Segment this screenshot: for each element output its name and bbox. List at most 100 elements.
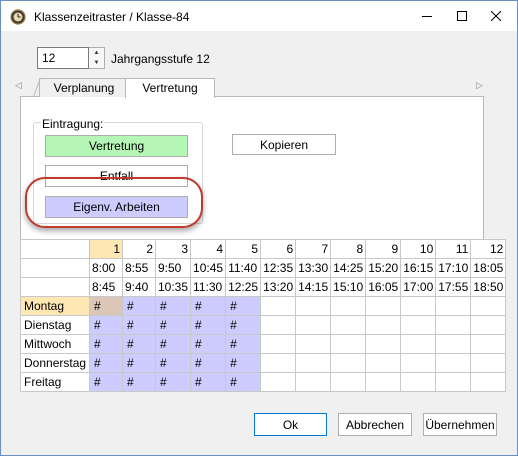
timetable-cell[interactable]: # xyxy=(190,334,227,354)
uebernehmen-button[interactable]: Übernehmen xyxy=(423,413,497,436)
jahrgangsstufe-input[interactable]: 12 xyxy=(37,47,89,69)
timetable-cell[interactable]: # xyxy=(190,353,227,373)
period-number[interactable]: 10 xyxy=(400,239,437,259)
jahrgangsstufe-stepper[interactable]: ▲ ▼ xyxy=(89,47,105,69)
tab-verplanung[interactable]: Verplanung xyxy=(39,78,129,97)
period-number[interactable]: 2 xyxy=(122,239,156,259)
tab-vertretung[interactable]: Vertretung xyxy=(125,78,215,98)
timetable-cell[interactable] xyxy=(470,315,507,335)
timetable-cell[interactable]: # xyxy=(225,315,262,335)
spin-up-icon[interactable]: ▲ xyxy=(89,48,104,58)
timetable-cell[interactable] xyxy=(470,296,507,316)
timetable-cell[interactable]: # xyxy=(225,334,262,354)
period-header-row: 1 2 3 4 5 6 7 8 9 10 11 12 xyxy=(20,239,507,259)
timetable-cell[interactable] xyxy=(295,296,332,316)
timetable-cell[interactable] xyxy=(435,353,472,373)
timetable-cell[interactable]: # xyxy=(122,353,156,373)
timetable-cell[interactable]: # xyxy=(89,334,123,354)
day-name[interactable]: Freitag xyxy=(20,372,90,392)
timetable-cell[interactable]: # xyxy=(89,372,123,392)
timetable-cell[interactable] xyxy=(330,315,367,335)
timetable-cell[interactable]: # xyxy=(154,372,192,392)
timetable-cell[interactable] xyxy=(260,315,297,335)
timetable-cell[interactable] xyxy=(330,372,367,392)
period-start-time: 10:45 xyxy=(190,258,227,278)
timetable-cell[interactable] xyxy=(400,353,437,373)
timetable-cell[interactable]: # xyxy=(122,296,156,316)
timetable-grid: 1 2 3 4 5 6 7 8 9 10 11 12 8:00 8:55 9:50 10:45 11:40 12:… xyxy=(20,239,507,392)
timetable-cell[interactable] xyxy=(365,372,402,392)
period-end-time: 18:50 xyxy=(470,277,507,297)
timetable-cell[interactable]: # xyxy=(122,334,156,354)
timetable-cell[interactable] xyxy=(435,372,472,392)
day-name[interactable]: Montag xyxy=(20,296,90,316)
timetable-cell[interactable] xyxy=(260,296,297,316)
timetable-cell[interactable] xyxy=(400,334,437,354)
timetable-cell[interactable] xyxy=(295,372,332,392)
period-number[interactable]: 9 xyxy=(365,239,402,259)
timetable-cell[interactable] xyxy=(470,353,507,373)
abbrechen-button[interactable]: Abbrechen xyxy=(338,413,412,436)
kopieren-button[interactable]: Kopieren xyxy=(232,134,336,155)
timetable-cell[interactable] xyxy=(295,334,332,354)
day-name[interactable]: Dienstag xyxy=(20,315,90,335)
period-number[interactable]: 4 xyxy=(190,239,227,259)
ok-button[interactable]: Ok xyxy=(254,413,327,436)
timetable-cell[interactable] xyxy=(400,296,437,316)
period-number[interactable]: 12 xyxy=(470,239,507,259)
day-name[interactable]: Mittwoch xyxy=(20,334,90,354)
timetable-cell[interactable]: # xyxy=(154,334,192,354)
period-number[interactable]: 6 xyxy=(260,239,297,259)
period-number[interactable]: 8 xyxy=(330,239,367,259)
timetable-cell[interactable] xyxy=(260,372,297,392)
timetable-cell[interactable] xyxy=(365,353,402,373)
period-number[interactable]: 7 xyxy=(295,239,332,259)
timetable-cell[interactable]: # xyxy=(225,296,262,316)
timetable-cell[interactable]: # xyxy=(122,315,156,335)
period-start-time: 8:55 xyxy=(122,258,156,278)
day-name[interactable]: Donnerstag xyxy=(20,353,90,373)
timetable-cell[interactable]: # xyxy=(89,296,123,316)
timetable-cell[interactable] xyxy=(330,296,367,316)
timetable-cell[interactable] xyxy=(470,372,507,392)
timetable-cell[interactable] xyxy=(330,353,367,373)
maximize-button[interactable] xyxy=(445,1,479,30)
period-number[interactable]: 11 xyxy=(435,239,472,259)
period-number[interactable]: 3 xyxy=(154,239,192,259)
timetable-cell[interactable] xyxy=(295,353,332,373)
timetable-cell[interactable]: # xyxy=(154,296,192,316)
timetable-cell[interactable] xyxy=(470,334,507,354)
timetable-cell[interactable]: # xyxy=(190,372,227,392)
tab-scroll-left-icon[interactable]: ◁ xyxy=(15,80,22,91)
timetable-cell[interactable]: # xyxy=(225,372,262,392)
timetable-cell[interactable] xyxy=(435,334,472,354)
timetable-cell[interactable] xyxy=(400,315,437,335)
timetable-cell[interactable] xyxy=(400,372,437,392)
timetable-cell[interactable] xyxy=(330,334,367,354)
timetable-cell[interactable] xyxy=(260,353,297,373)
tab-scroll-right-icon[interactable]: ▷ xyxy=(476,80,483,91)
spin-down-icon[interactable]: ▼ xyxy=(89,58,104,68)
timetable-cell[interactable]: # xyxy=(122,372,156,392)
timetable-cell[interactable]: # xyxy=(154,353,192,373)
timetable-cell[interactable]: # xyxy=(190,315,227,335)
minimize-button[interactable] xyxy=(410,1,444,30)
period-end-time: 17:55 xyxy=(435,277,472,297)
timetable-cell[interactable]: # xyxy=(89,353,123,373)
timetable-cell[interactable]: # xyxy=(225,353,262,373)
timetable-cell[interactable] xyxy=(435,315,472,335)
timetable-cell[interactable]: # xyxy=(190,296,227,316)
timetable-cell[interactable] xyxy=(365,334,402,354)
timetable-cell[interactable] xyxy=(295,315,332,335)
timetable-cell[interactable] xyxy=(435,296,472,316)
period-number[interactable]: 1 xyxy=(89,239,123,259)
window-title: Klassenzeitraster / Klasse-84 xyxy=(34,10,190,24)
timetable-cell[interactable]: # xyxy=(89,315,123,335)
close-button[interactable] xyxy=(479,1,513,30)
vertretung-button[interactable]: Vertretung xyxy=(45,135,188,157)
timetable-cell[interactable] xyxy=(365,296,402,316)
timetable-cell[interactable] xyxy=(260,334,297,354)
timetable-cell[interactable]: # xyxy=(154,315,192,335)
timetable-cell[interactable] xyxy=(365,315,402,335)
period-number[interactable]: 5 xyxy=(225,239,262,259)
